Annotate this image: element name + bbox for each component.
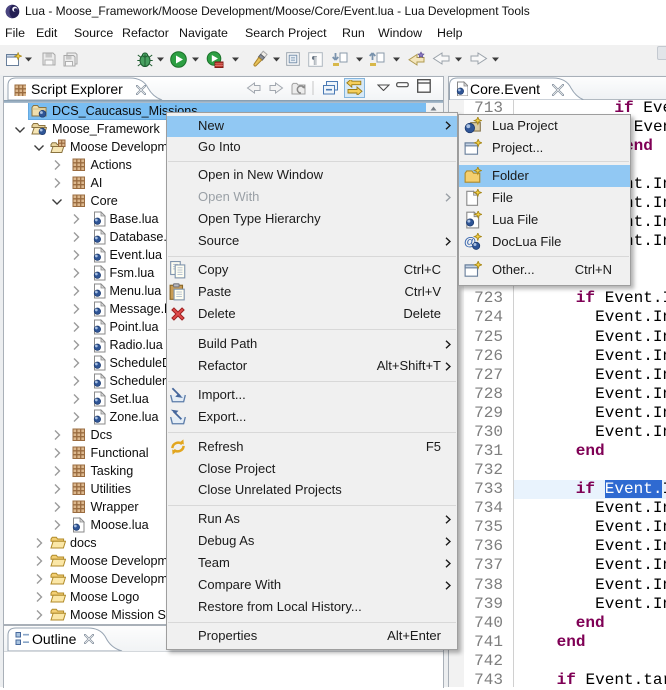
svg-text:¶: ¶ — [312, 55, 318, 67]
